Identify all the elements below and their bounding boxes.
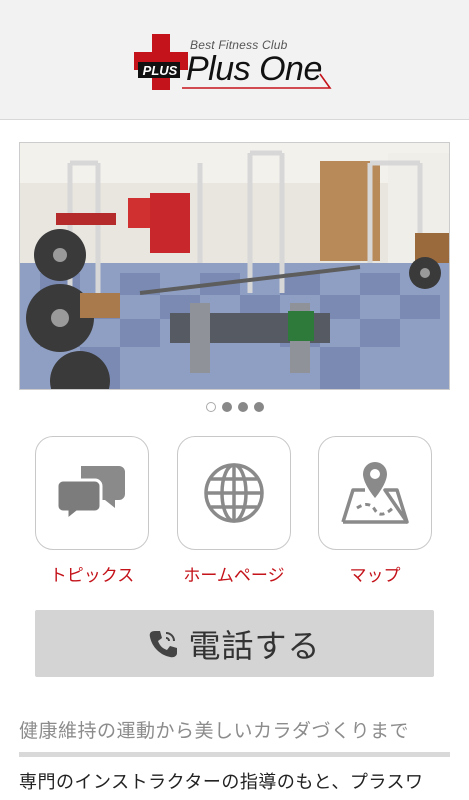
chat-bubbles-icon xyxy=(57,466,125,524)
gym-interior-photo xyxy=(20,143,449,389)
globe-icon xyxy=(204,463,264,523)
slider-dot-3[interactable] xyxy=(237,402,248,412)
logo-name: Plus One xyxy=(186,50,322,88)
app-header: PLUS Best Fitness Club Plus One xyxy=(0,0,469,120)
section-divider xyxy=(19,752,450,757)
topics-label[interactable]: トピックス xyxy=(17,561,167,586)
section-body-text: 専門のインストラクターの指導のもと、プラスワ xyxy=(19,772,424,793)
map-pin-icon xyxy=(341,462,409,524)
map-button[interactable] xyxy=(318,436,432,550)
gym-photo-slider[interactable] xyxy=(19,142,450,390)
slider-dot-1[interactable] xyxy=(205,402,216,412)
slider-dot-4[interactable] xyxy=(253,402,264,412)
homepage-label[interactable]: ホームページ xyxy=(159,561,309,586)
call-button-label: 電話する xyxy=(188,626,321,665)
slider-dot-2[interactable] xyxy=(221,402,232,412)
topics-button[interactable] xyxy=(35,436,149,550)
logo-badge: PLUS xyxy=(142,63,178,78)
club-logo[interactable]: PLUS Best Fitness Club Plus One xyxy=(134,30,334,94)
slider-pagination xyxy=(0,402,469,416)
section-heading: 健康維持の運動から美しいカラダづくりまで xyxy=(19,720,410,742)
call-button[interactable]: 電話する xyxy=(35,610,434,677)
homepage-button[interactable] xyxy=(177,436,291,550)
map-label[interactable]: マップ xyxy=(300,561,450,586)
phone-icon xyxy=(150,630,178,657)
